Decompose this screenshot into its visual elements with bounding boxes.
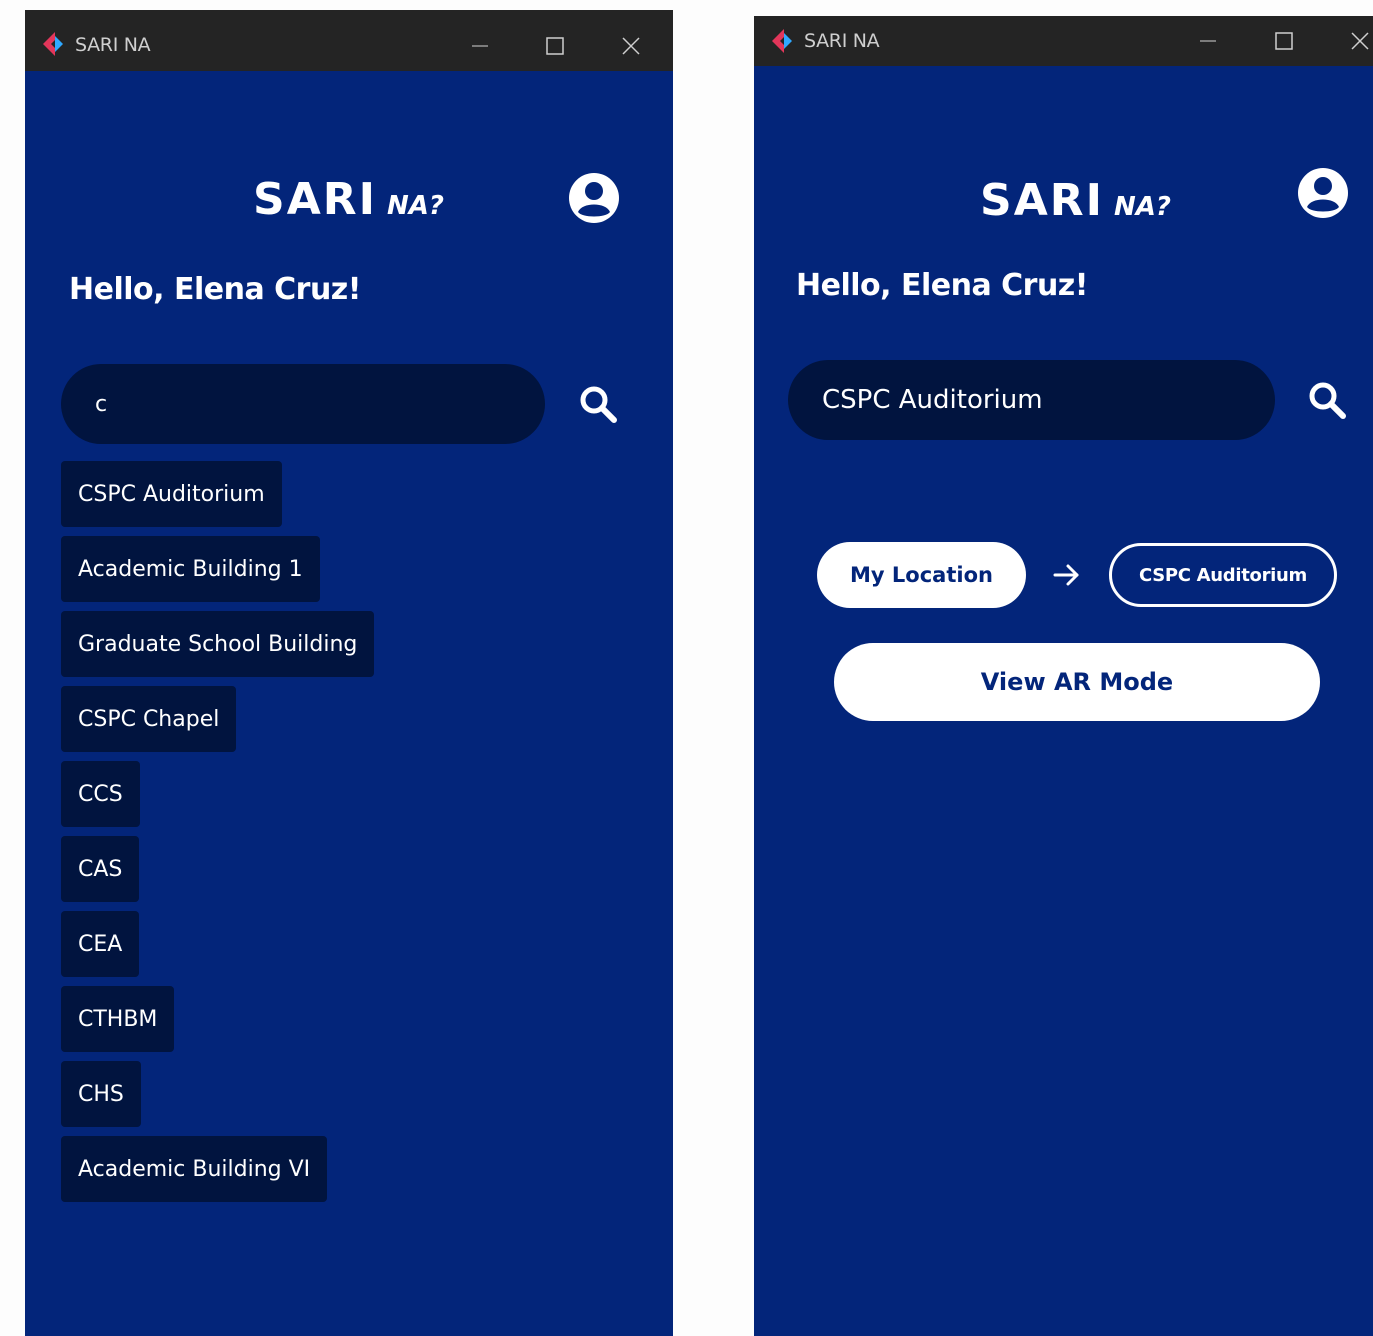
user-circle-icon[interactable] [568, 172, 620, 224]
search-input[interactable] [61, 364, 545, 444]
close-button[interactable] [1340, 21, 1373, 61]
maximize-icon [546, 37, 564, 55]
arrow-right-icon [1053, 564, 1079, 586]
suggestion-item[interactable]: Academic Building VI [61, 1136, 328, 1202]
close-button[interactable] [611, 26, 651, 66]
suggestion-item[interactable]: Academic Building 1 [61, 536, 320, 602]
greeting-text: Hello, Elena Cruz! [69, 272, 361, 307]
greeting-text: Hello, Elena Cruz! [796, 268, 1088, 303]
suggestion-item[interactable]: CEA [61, 911, 140, 977]
suggestion-item[interactable]: CTHBM [61, 986, 175, 1052]
search-button[interactable] [576, 382, 620, 426]
suggestion-item[interactable]: CHS [61, 1061, 141, 1127]
app-logo: SARI NA? [253, 174, 444, 225]
maximize-icon [1275, 32, 1293, 50]
title-bar[interactable]: SARI NA [25, 10, 673, 71]
app-logo-icon [772, 29, 792, 53]
user-circle-icon[interactable] [1297, 167, 1349, 219]
window-title: SARI NA [75, 34, 151, 56]
suggestion-item[interactable]: CSPC Chapel [61, 686, 237, 752]
search-results-window: SARI NA SARI NA? Hello, Elena Cruz! CSPC… [25, 10, 673, 1336]
maximize-button[interactable] [535, 26, 575, 66]
minimize-button[interactable] [460, 26, 500, 66]
suggestion-item[interactable]: Graduate School Building [61, 611, 375, 677]
view-ar-mode-button[interactable]: View AR Mode [834, 643, 1320, 721]
minimize-button[interactable] [1188, 21, 1228, 61]
minimize-icon [472, 45, 488, 47]
title-bar[interactable]: SARI NA [754, 16, 1373, 66]
search-button[interactable] [1305, 378, 1349, 422]
route-window: SARI NA SARI NA? Hello, Elena Cruz! My L… [754, 16, 1373, 1336]
app-logo-icon [43, 32, 63, 56]
route-destination-chip[interactable]: CSPC Auditorium [1109, 543, 1337, 607]
search-input[interactable] [788, 360, 1275, 440]
minimize-icon [1200, 40, 1216, 42]
close-icon [1351, 32, 1369, 50]
maximize-button[interactable] [1264, 21, 1304, 61]
close-icon [622, 37, 640, 55]
search-icon [580, 386, 617, 423]
suggestion-item[interactable]: CSPC Auditorium [61, 461, 282, 527]
app-logo: SARI NA? [980, 175, 1171, 226]
suggestion-item[interactable]: CAS [61, 836, 140, 902]
window-title: SARI NA [804, 30, 880, 52]
route-origin-chip[interactable]: My Location [817, 542, 1026, 608]
suggestion-item[interactable]: CCS [61, 761, 140, 827]
search-icon [1309, 382, 1346, 419]
